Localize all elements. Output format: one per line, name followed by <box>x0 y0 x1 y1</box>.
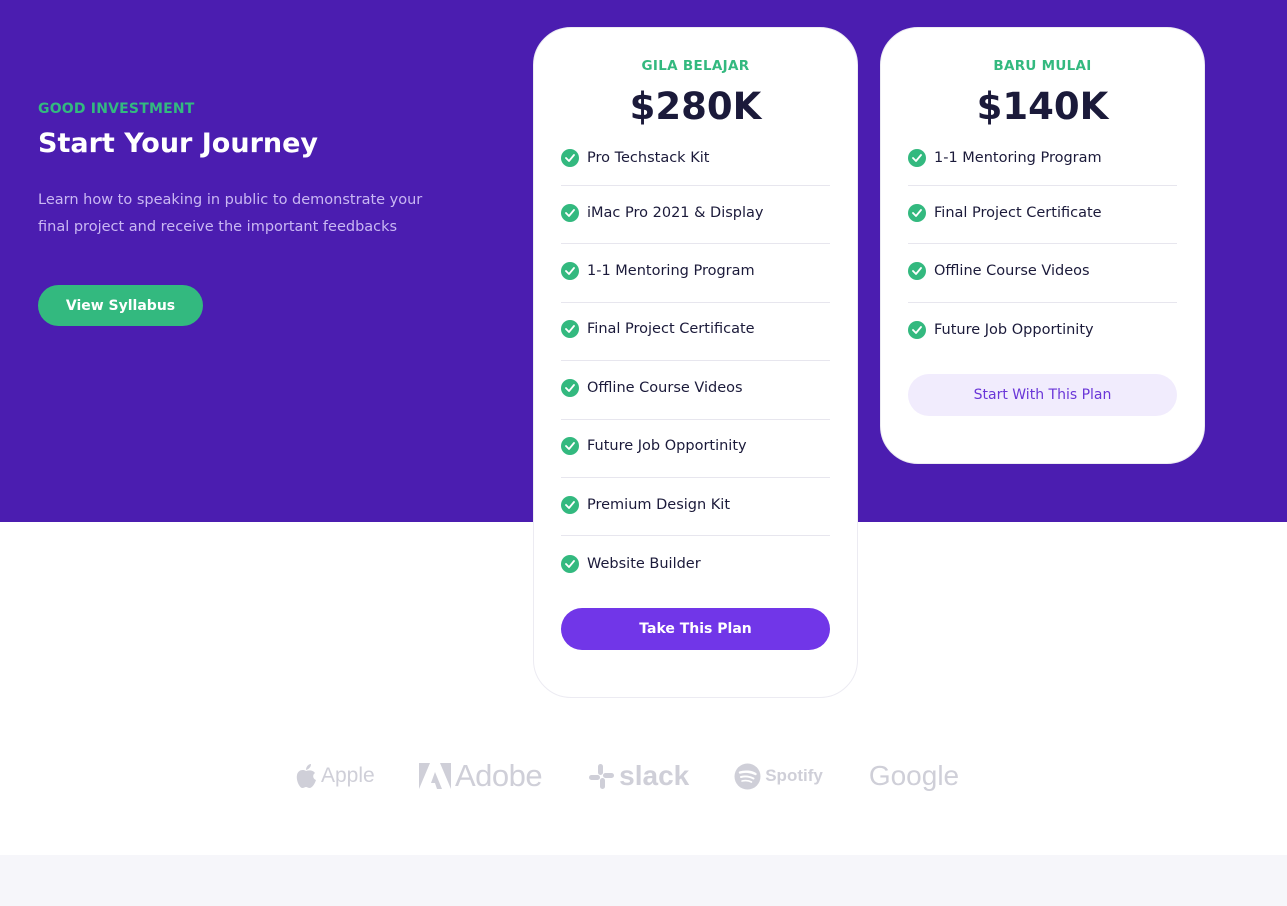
plan-feature-label: Premium Design Kit <box>587 496 731 513</box>
spotify-logo: Spotify <box>734 763 823 790</box>
eyebrow-label: GOOD INVESTMENT <box>38 101 195 117</box>
plan-feature: Final Project Certificate <box>561 303 830 362</box>
plan-feature-label: Offline Course Videos <box>587 379 743 396</box>
intro-block: GOOD INVESTMENT Start Your Journey Learn… <box>38 100 458 326</box>
spotify-wordmark: Spotify <box>765 766 823 785</box>
view-syllabus-button[interactable]: View Syllabus <box>38 285 203 326</box>
plan-feature-label: iMac Pro 2021 & Display <box>587 204 764 221</box>
plan-feature-label: Offline Course Videos <box>934 263 1090 280</box>
check-circle-icon <box>561 437 579 456</box>
section-description: Learn how to speaking in public to demon… <box>38 192 423 235</box>
plan-card-gila-belajar: GILA BELAJAR $280K Pro Techstack Kit iMa… <box>533 27 858 698</box>
plan-feature-label: Future Job Opportinity <box>587 438 747 455</box>
apple-wordmark: Apple <box>321 764 375 787</box>
plan-name: BARU MULAI <box>993 58 1092 74</box>
plan-price: $140K <box>976 85 1109 128</box>
plan-name: GILA BELAJAR <box>641 58 750 74</box>
slack-logo: slack <box>588 760 689 792</box>
check-circle-icon <box>908 320 926 339</box>
footer-band <box>0 855 1287 906</box>
check-circle-icon <box>561 149 579 167</box>
check-circle-icon <box>561 203 579 222</box>
plan-feature-label: Final Project Certificate <box>934 204 1102 221</box>
section-heading: Start Your Journey <box>38 128 319 159</box>
plan-feature-list: Pro Techstack Kit iMac Pro 2021 & Displa… <box>561 135 830 595</box>
plan-feature: Future Job Opportinity <box>908 303 1177 361</box>
check-circle-icon <box>908 149 926 167</box>
plan-card-baru-mulai: BARU MULAI $140K 1-1 Mentoring Program F… <box>880 27 1205 464</box>
plan-feature: Offline Course Videos <box>908 244 1177 303</box>
check-circle-icon <box>908 203 926 222</box>
partner-logos: Apple Adobe slack Spotify Google <box>295 756 959 796</box>
plan-feature: Future Job Opportinity <box>561 420 830 478</box>
spotify-icon <box>734 763 761 790</box>
plan-feature: Premium Design Kit <box>561 478 830 537</box>
plan-feature-label: 1-1 Mentoring Program <box>934 150 1102 166</box>
apple-icon <box>295 763 317 789</box>
plan-feature-label: Future Job Opportinity <box>934 321 1094 338</box>
check-circle-icon <box>561 262 579 281</box>
plan-price: $280K <box>629 85 762 128</box>
apple-logo: Apple <box>295 763 375 789</box>
google-wordmark: Google <box>868 760 960 791</box>
plan-feature-label: 1-1 Mentoring Program <box>587 263 755 280</box>
slack-icon <box>588 763 615 790</box>
adobe-wordmark: Adobe <box>455 758 543 793</box>
plan-feature-label: Website Builder <box>587 555 701 572</box>
check-circle-icon <box>561 320 579 339</box>
slack-wordmark: slack <box>619 760 690 791</box>
plan-feature: iMac Pro 2021 & Display <box>561 186 830 245</box>
check-circle-icon <box>908 262 926 281</box>
start-with-this-plan-button[interactable]: Start With This Plan <box>908 374 1177 417</box>
plan-feature-list: 1-1 Mentoring Program Final Project Cert… <box>908 135 1177 361</box>
plan-feature: Pro Techstack Kit <box>561 135 830 186</box>
plan-feature: 1-1 Mentoring Program <box>561 244 830 303</box>
take-this-plan-button[interactable]: Take This Plan <box>561 607 830 650</box>
adobe-icon <box>419 763 451 789</box>
adobe-logo: Adobe <box>419 758 543 794</box>
plan-feature: 1-1 Mentoring Program <box>908 135 1177 186</box>
google-logo: Google <box>869 760 959 792</box>
check-circle-icon <box>561 378 579 397</box>
plan-feature-label: Pro Techstack Kit <box>587 150 710 166</box>
pricing-page: GOOD INVESTMENT Start Your Journey Learn… <box>0 0 1287 906</box>
plan-feature: Final Project Certificate <box>908 186 1177 245</box>
plan-feature: Offline Course Videos <box>561 361 830 420</box>
check-circle-icon <box>561 495 579 514</box>
check-circle-icon <box>561 554 579 573</box>
plan-feature-label: Final Project Certificate <box>587 321 755 338</box>
plan-feature: Website Builder <box>561 536 830 594</box>
